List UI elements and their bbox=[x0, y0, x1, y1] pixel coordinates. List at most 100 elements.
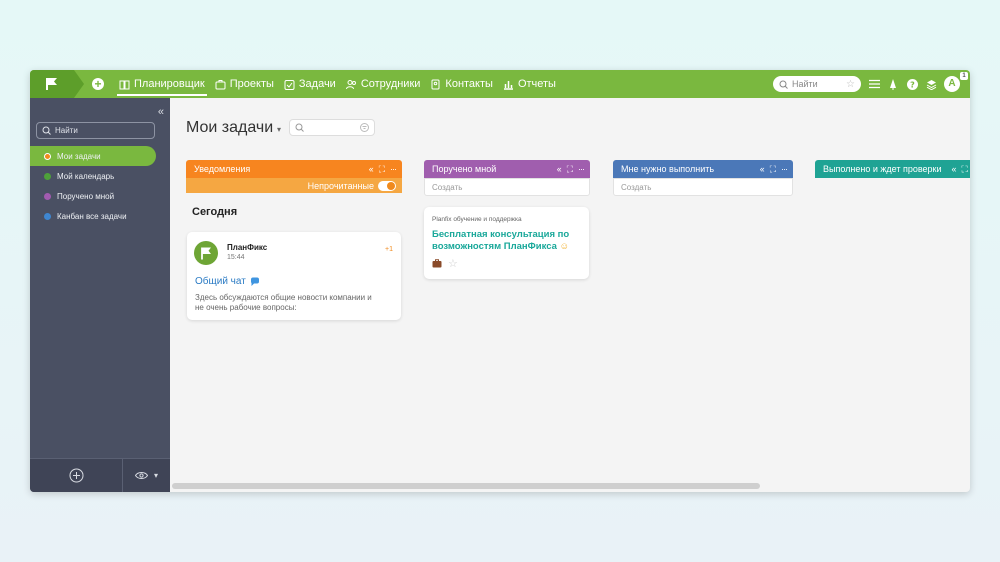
top-bar: + Планировщик Проекты Задачи Сотрудники … bbox=[30, 70, 970, 98]
star-icon[interactable]: ☆ bbox=[448, 257, 458, 270]
task-card[interactable]: Planfix обучение и поддержка Бесплатная … bbox=[424, 207, 589, 279]
help-icon[interactable]: ? bbox=[906, 76, 918, 92]
task-title-text: Бесплатная консультация по возможностям … bbox=[432, 229, 570, 252]
sidebar: « Найти Мои задачи Мой календарь Поручен… bbox=[30, 98, 170, 492]
user-avatar[interactable]: A 1 bbox=[944, 72, 968, 92]
column-title: Мне нужно выполнить bbox=[621, 164, 715, 174]
sidebar-item-label: Мой календарь bbox=[57, 171, 115, 181]
column-done-awaiting-review: Выполнено и ждет проверки ‹‹ ⛶ bbox=[815, 160, 970, 178]
more-icon[interactable]: ··· bbox=[578, 164, 585, 174]
chart-icon bbox=[503, 80, 513, 90]
column-title: Поручено мной bbox=[432, 164, 497, 174]
planfix-logo[interactable] bbox=[30, 70, 84, 98]
sidebar-item-my-tasks[interactable]: Мои задачи bbox=[30, 146, 156, 166]
nav-tasks-label: Задачи bbox=[298, 78, 336, 90]
main-nav: Планировщик Проекты Задачи Сотрудники Ко… bbox=[114, 70, 561, 98]
briefcase-icon bbox=[215, 79, 226, 89]
horizontal-scrollbar[interactable] bbox=[172, 483, 760, 489]
top-search-input[interactable]: Найти ☆ bbox=[773, 76, 861, 92]
chat-card[interactable]: ПланФикс 15:44 +1 Общий чат Здесь обсужд… bbox=[187, 232, 401, 320]
eye-icon bbox=[134, 472, 148, 479]
search-icon bbox=[779, 80, 788, 89]
chat-count-badge: +1 bbox=[385, 246, 393, 253]
more-icon[interactable]: ··· bbox=[781, 164, 788, 174]
sidebar-item-calendar[interactable]: Мой календарь bbox=[30, 166, 170, 186]
nav-planner-label: Планировщик bbox=[134, 78, 205, 90]
fullscreen-icon[interactable]: ⛶ bbox=[962, 164, 968, 175]
fullscreen-icon[interactable]: ⛶ bbox=[770, 164, 776, 175]
nav-employees-label: Сотрудники bbox=[360, 78, 421, 90]
add-view-button[interactable] bbox=[30, 459, 123, 492]
collapse-column-icon[interactable]: ‹‹ bbox=[369, 164, 374, 174]
fullscreen-icon[interactable]: ⛶ bbox=[379, 164, 385, 175]
star-icon[interactable]: ☆ bbox=[846, 79, 855, 90]
chat-author: ПланФикс bbox=[227, 243, 268, 252]
column-title: Уведомления bbox=[194, 164, 251, 174]
sidebar-search-placeholder: Найти bbox=[55, 126, 78, 135]
sidebar-item-label: Канбан все задачи bbox=[57, 211, 127, 221]
create-task-input[interactable]: Создать bbox=[613, 178, 793, 196]
collapse-sidebar-icon[interactable]: « bbox=[158, 106, 164, 118]
collapse-column-icon[interactable]: ‹‹ bbox=[760, 164, 765, 174]
sidebar-footer: ▾ bbox=[30, 458, 170, 492]
filter-icon[interactable] bbox=[360, 123, 369, 132]
unread-filter: Непрочитанные bbox=[186, 178, 402, 193]
fullscreen-icon[interactable]: ⛶ bbox=[567, 164, 573, 175]
column-notifications: Уведомления ‹‹ ⛶ ··· Непрочитанные bbox=[186, 160, 402, 193]
main-search-input[interactable] bbox=[289, 119, 375, 136]
nav-contacts[interactable]: Контакты bbox=[425, 70, 498, 98]
menu-icon[interactable] bbox=[868, 76, 880, 92]
nav-projects[interactable]: Проекты bbox=[210, 70, 279, 98]
collapse-column-icon[interactable]: ‹‹ bbox=[952, 164, 957, 174]
column-need-to-do: Мне нужно выполнить ‹‹ ⛶ ··· Создать bbox=[613, 160, 793, 196]
nav-reports[interactable]: Отчеты bbox=[498, 70, 561, 98]
task-icons: ☆ bbox=[432, 257, 458, 270]
search-icon bbox=[42, 126, 51, 135]
top-search-placeholder: Найти bbox=[792, 79, 818, 89]
collapse-column-icon[interactable]: ‹‹ bbox=[557, 164, 562, 174]
blue-dot-icon bbox=[44, 212, 51, 220]
sidebar-item-label: Поручено мной bbox=[57, 191, 115, 201]
page-title: Мои задачи bbox=[186, 119, 274, 136]
book-icon bbox=[119, 80, 130, 89]
nav-employees[interactable]: Сотрудники bbox=[341, 70, 426, 98]
nav-projects-label: Проекты bbox=[229, 78, 274, 90]
sidebar-item-assigned-by-me[interactable]: Поручено мной bbox=[30, 186, 170, 206]
orange-dot-icon bbox=[44, 152, 51, 160]
chat-time: 15:44 bbox=[227, 254, 245, 261]
chat-bubble-icon bbox=[250, 277, 259, 286]
column-header: Выполнено и ждет проверки ‹‹ ⛶ bbox=[815, 160, 970, 178]
more-icon[interactable]: ··· bbox=[390, 164, 397, 174]
visibility-button[interactable]: ▾ bbox=[123, 459, 170, 492]
avatar-badge: 1 bbox=[960, 72, 968, 80]
unread-toggle[interactable] bbox=[378, 180, 396, 191]
add-icon[interactable]: + bbox=[92, 78, 104, 90]
create-task-input[interactable]: Создать bbox=[424, 178, 590, 196]
flag-icon bbox=[201, 247, 211, 259]
app-window: + Планировщик Проекты Задачи Сотрудники … bbox=[30, 70, 970, 492]
unread-label: Непрочитанные bbox=[307, 180, 374, 191]
sidebar-item-label: Мои задачи bbox=[57, 151, 101, 161]
sidebar-search-input[interactable]: Найти bbox=[36, 122, 155, 139]
planfix-avatar bbox=[194, 241, 218, 265]
task-title[interactable]: Бесплатная консультация по возможностям … bbox=[432, 229, 582, 253]
user-tree-icon[interactable] bbox=[887, 76, 899, 92]
plus-circle-icon bbox=[69, 468, 83, 483]
purple-dot-icon bbox=[44, 192, 51, 200]
main-area: Мои задачи ▾ Уведомления ‹‹ ⛶ ··· Непроч… bbox=[170, 98, 970, 492]
nav-tasks[interactable]: Задачи bbox=[279, 70, 341, 98]
layers-icon[interactable] bbox=[925, 76, 937, 92]
top-icons: ? A 1 bbox=[868, 72, 968, 92]
title-dropdown-icon[interactable]: ▾ bbox=[277, 125, 281, 134]
column-assigned-by-me: Поручено мной ‹‹ ⛶ ··· Создать bbox=[424, 160, 590, 196]
flag-icon bbox=[46, 78, 57, 90]
column-header: Уведомления ‹‹ ⛶ ··· bbox=[186, 160, 402, 178]
emoji-icon: ☺ bbox=[559, 241, 570, 252]
chat-title-link[interactable]: Общий чат bbox=[195, 276, 260, 287]
nav-planner[interactable]: Планировщик bbox=[114, 70, 210, 98]
people-icon bbox=[345, 79, 356, 89]
sidebar-item-kanban[interactable]: Канбан все задачи bbox=[30, 206, 170, 226]
search-icon bbox=[295, 123, 304, 132]
nav-contacts-label: Контакты bbox=[445, 78, 493, 90]
caret-down-icon: ▾ bbox=[153, 471, 158, 480]
